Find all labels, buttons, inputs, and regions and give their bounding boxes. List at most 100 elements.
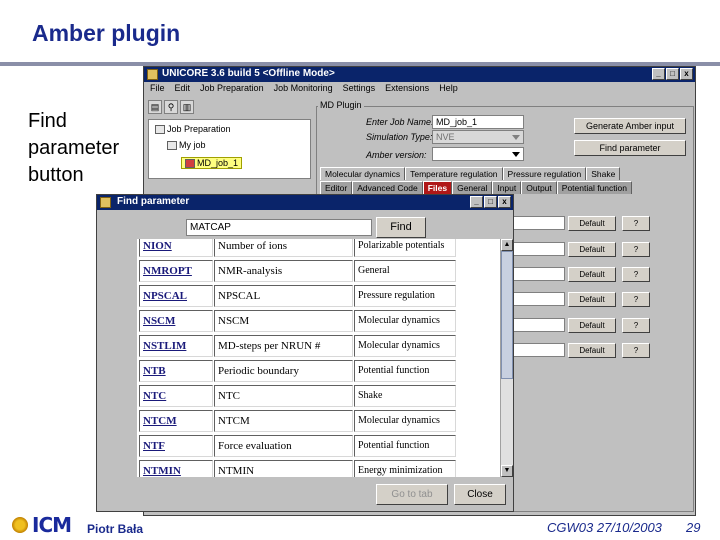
- menu-edit[interactable]: Edit: [175, 83, 191, 96]
- param-value-field[interactable]: [512, 216, 565, 230]
- tree-node-my-job[interactable]: My job: [167, 140, 206, 151]
- app-icon: [100, 197, 111, 208]
- scroll-down-icon[interactable]: ▼: [501, 465, 513, 477]
- maximize-button[interactable]: □: [484, 196, 497, 208]
- param-category: Polarizable potentials: [354, 239, 456, 257]
- param-name-link[interactable]: NTF: [139, 435, 213, 457]
- default-button[interactable]: Default: [568, 292, 616, 307]
- menu-job-monitoring[interactable]: Job Monitoring: [274, 83, 333, 96]
- folder-icon: [155, 125, 165, 135]
- top-tab-row: Molecular dynamics Temperature regulatio…: [320, 167, 621, 180]
- delete-icon[interactable]: ▥: [180, 100, 194, 114]
- close-window-button[interactable]: x: [498, 196, 511, 208]
- maximize-button[interactable]: □: [666, 68, 679, 80]
- param-category: Molecular dynamics: [354, 410, 456, 432]
- param-value-field[interactable]: [512, 242, 565, 256]
- chevron-down-icon: [512, 135, 520, 140]
- param-category: Potential function: [354, 435, 456, 457]
- new-icon[interactable]: ▤: [148, 100, 162, 114]
- tab-editor[interactable]: Editor: [320, 181, 353, 194]
- menu-file[interactable]: File: [150, 83, 165, 96]
- table-row[interactable]: NTCM NTCM Molecular dynamics: [137, 408, 459, 433]
- parameter-search-input[interactable]: [186, 219, 372, 236]
- param-description: NTCM: [214, 410, 353, 432]
- menu-job-preparation[interactable]: Job Preparation: [200, 83, 264, 96]
- table-row[interactable]: NTF Force evaluation Potential function: [137, 433, 459, 458]
- table-scrollbar[interactable]: ▲ ▼: [500, 239, 513, 477]
- tab-pressure-regulation[interactable]: Pressure regulation: [502, 167, 587, 180]
- menu-extensions[interactable]: Extensions: [385, 83, 429, 96]
- param-name-link[interactable]: NPSCAL: [139, 285, 213, 307]
- minimize-button[interactable]: _: [652, 68, 665, 80]
- minimize-button[interactable]: _: [470, 196, 483, 208]
- table-row[interactable]: NTMIN NTMIN Energy minimization: [137, 458, 459, 477]
- table-row[interactable]: NMROPT NMR-analysis General: [137, 258, 459, 283]
- find-parameter-button[interactable]: Find parameter: [574, 140, 686, 156]
- param-category: Molecular dynamics: [354, 335, 456, 357]
- default-button[interactable]: Default: [568, 343, 616, 358]
- table-row[interactable]: NTB Periodic boundary Potential function: [137, 358, 459, 383]
- tab-temperature-regulation[interactable]: Temperature regulation: [405, 167, 503, 180]
- tab-advanced-code[interactable]: Advanced Code: [352, 181, 423, 194]
- table-row[interactable]: NION Number of ions Polarizable potentia…: [137, 239, 459, 258]
- param-description: Number of ions: [214, 239, 353, 257]
- param-name-link[interactable]: NTCM: [139, 410, 213, 432]
- param-value-field[interactable]: [512, 267, 565, 281]
- help-button[interactable]: ?: [622, 216, 650, 231]
- default-button[interactable]: Default: [568, 216, 616, 231]
- menu-settings[interactable]: Settings: [343, 83, 376, 96]
- param-name-link[interactable]: NION: [139, 239, 213, 257]
- tab-general[interactable]: General: [452, 181, 493, 194]
- default-button[interactable]: Default: [568, 318, 616, 333]
- default-button[interactable]: Default: [568, 267, 616, 282]
- toolbar: ▤ ⚲ ▥: [148, 100, 194, 114]
- tab-output[interactable]: Output: [521, 181, 557, 194]
- help-button[interactable]: ?: [622, 242, 650, 257]
- simulation-type-select[interactable]: NVE: [432, 130, 524, 144]
- table-row[interactable]: NSTLIM MD-steps per NRUN # Molecular dyn…: [137, 333, 459, 358]
- param-name-link[interactable]: NTB: [139, 360, 213, 382]
- search-icon[interactable]: ⚲: [164, 100, 178, 114]
- close-button[interactable]: Close: [454, 484, 506, 505]
- app-icon: [147, 69, 158, 80]
- table-row[interactable]: NSCM NSCM Molecular dynamics: [137, 308, 459, 333]
- find-dialog-titlebar[interactable]: Find parameter _ □ x: [97, 195, 513, 210]
- param-name-link[interactable]: NTC: [139, 385, 213, 407]
- main-window-title: UNICORE 3.6 build 5 <Offline Mode>: [162, 68, 335, 79]
- job-name-label: Enter Job Name:: [366, 117, 434, 127]
- icm-logo: ICM: [12, 513, 72, 537]
- find-button[interactable]: Find: [376, 217, 426, 238]
- scroll-up-icon[interactable]: ▲: [501, 239, 513, 251]
- param-value-field[interactable]: [512, 292, 565, 306]
- help-button[interactable]: ?: [622, 318, 650, 333]
- scroll-thumb[interactable]: [501, 251, 513, 379]
- tree-node-job-preparation[interactable]: Job Preparation: [155, 124, 231, 135]
- param-name-link[interactable]: NSCM: [139, 310, 213, 332]
- help-button[interactable]: ?: [622, 267, 650, 282]
- param-value-field[interactable]: [512, 318, 565, 332]
- tab-input[interactable]: Input: [492, 181, 522, 194]
- tree-node-md-job[interactable]: MD_job_1: [181, 157, 243, 170]
- tab-files[interactable]: Files: [422, 181, 453, 194]
- footer-event: CGW03 27/10/2003: [547, 520, 662, 535]
- param-name-link[interactable]: NTMIN: [139, 460, 213, 477]
- tab-potential-function[interactable]: Potential function: [556, 181, 632, 194]
- help-button[interactable]: ?: [622, 292, 650, 307]
- help-button[interactable]: ?: [622, 343, 650, 358]
- default-button[interactable]: Default: [568, 242, 616, 257]
- table-row[interactable]: NPSCAL NPSCAL Pressure regulation: [137, 283, 459, 308]
- tab-molecular-dynamics[interactable]: Molecular dynamics: [320, 167, 406, 180]
- param-value-field[interactable]: [512, 343, 565, 357]
- close-window-button[interactable]: x: [680, 68, 693, 80]
- main-titlebar[interactable]: UNICORE 3.6 build 5 <Offline Mode> _ □ x: [144, 67, 695, 82]
- tab-shake[interactable]: Shake: [586, 167, 621, 180]
- param-name-link[interactable]: NSTLIM: [139, 335, 213, 357]
- menu-help[interactable]: Help: [439, 83, 458, 96]
- param-name-link[interactable]: NMROPT: [139, 260, 213, 282]
- generate-amber-input-button[interactable]: Generate Amber input: [574, 118, 686, 134]
- param-description: NMR-analysis: [214, 260, 353, 282]
- go-to-tab-button[interactable]: Go to tab: [376, 484, 448, 505]
- table-row[interactable]: NTC NTC Shake: [137, 383, 459, 408]
- job-name-input[interactable]: MD_job_1: [432, 115, 524, 129]
- amber-version-select[interactable]: [432, 147, 524, 161]
